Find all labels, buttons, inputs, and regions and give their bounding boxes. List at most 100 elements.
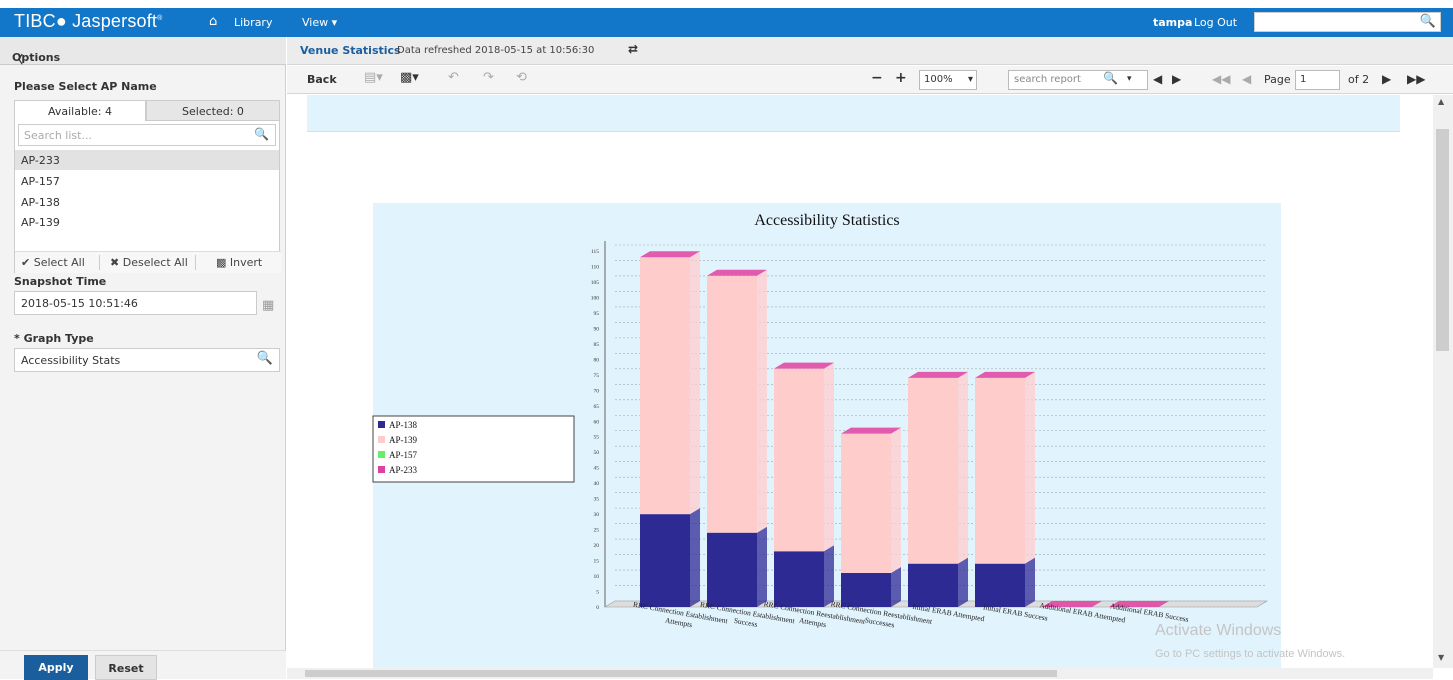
home-icon[interactable]: ⌂ — [209, 14, 217, 29]
bar-side — [824, 362, 834, 552]
page-number-input[interactable]: 1 — [1295, 70, 1340, 90]
select-all-button[interactable]: ✔ Select All — [21, 256, 85, 269]
bar-side — [958, 557, 968, 607]
bar-side — [824, 545, 834, 607]
search-previous-icon[interactable]: ◀ — [1153, 72, 1162, 86]
redo-icon[interactable]: ↷ — [483, 70, 494, 85]
refresh-icon[interactable]: ⇄ — [628, 42, 638, 56]
search-icon[interactable]: 🔍 — [257, 351, 273, 366]
legend-label: AP-138 — [389, 420, 418, 430]
invert-icon: ▩ — [216, 256, 227, 269]
bar-top-cap — [774, 362, 834, 369]
y-tick-label: 5 — [596, 590, 599, 596]
bar-top-cap — [975, 371, 1035, 378]
scrollbar-thumb[interactable] — [305, 670, 1057, 677]
search-options-icon[interactable]: ▾ — [1127, 74, 1132, 84]
list-item[interactable]: AP-139 — [15, 212, 279, 232]
bar-segment — [640, 514, 690, 607]
snapshot-time-input[interactable]: 2018-05-15 10:51:46 — [14, 291, 257, 315]
options-title: Options — [12, 51, 61, 64]
tab-available[interactable]: Available: 4 — [14, 100, 146, 121]
first-page-icon[interactable]: ◀◀ — [1212, 72, 1230, 86]
last-page-icon[interactable]: ▶▶ — [1407, 72, 1425, 86]
zoom-out-icon[interactable]: − — [871, 70, 883, 86]
list-item[interactable]: AP-233 — [15, 150, 279, 170]
y-tick-label: 95 — [594, 311, 600, 317]
bar-segment — [975, 377, 1025, 564]
back-button[interactable]: Back — [307, 73, 337, 86]
export-icon[interactable]: ▩▾ — [400, 70, 419, 85]
graph-type-input[interactable]: Accessibility Stats 🔍 — [14, 348, 280, 372]
zoom-select[interactable]: 100% ▾ — [919, 70, 977, 90]
activation-watermark-text: Go to PC settings to activate Windows. — [1155, 648, 1346, 660]
undo-icon[interactable]: ↶ — [448, 70, 459, 85]
divider — [99, 255, 100, 270]
scrollbar-thumb[interactable] — [1436, 129, 1449, 351]
nav-view-menu[interactable]: View ▾ — [302, 16, 337, 29]
search-icon[interactable]: 🔍 — [254, 127, 269, 141]
ap-name-label: Please Select AP Name — [14, 80, 157, 93]
y-tick-label: 45 — [594, 466, 600, 472]
bar-segment — [908, 377, 958, 564]
list-tabs: Available: 4 Selected: 0 — [14, 100, 280, 121]
previous-page-icon[interactable]: ◀ — [1242, 72, 1251, 86]
vertical-scrollbar[interactable]: ▲ ▼ — [1433, 95, 1453, 668]
list-search-input[interactable]: Search list... 🔍 — [18, 124, 276, 146]
reset-button[interactable]: Reset — [95, 655, 157, 680]
horizontal-scrollbar[interactable] — [287, 668, 1433, 679]
bar-side — [690, 251, 700, 515]
bar-top-cap — [707, 269, 767, 276]
undo-all-icon[interactable]: ⟲ — [516, 70, 527, 85]
global-search-input[interactable]: 🔍 — [1254, 12, 1441, 32]
bar-segment — [707, 532, 757, 607]
x-icon: ✖ — [110, 256, 120, 269]
graph-type-value: Accessibility Stats — [21, 354, 121, 367]
y-tick-label: 90 — [594, 326, 600, 332]
next-page-icon[interactable]: ▶ — [1382, 72, 1391, 86]
y-tick-label: 25 — [594, 528, 600, 534]
legend-label: AP-139 — [389, 435, 418, 445]
apply-button[interactable]: Apply — [24, 655, 88, 680]
refresh-status: Data refreshed 2018-05-15 at 10:56:30 — [397, 45, 595, 56]
y-tick-label: 80 — [594, 357, 600, 363]
bar-segment — [841, 433, 891, 573]
snapshot-time-label: Snapshot Time — [14, 275, 107, 288]
save-icon[interactable]: ▤▾ — [364, 70, 383, 85]
y-tick-label: 50 — [594, 450, 600, 456]
scroll-down-icon[interactable]: ▼ — [1438, 653, 1444, 662]
y-tick-label: 110 — [591, 264, 599, 270]
select-all-label: Select All — [33, 256, 85, 269]
y-tick-label: 55 — [594, 435, 600, 441]
calendar-icon[interactable]: ▦ — [262, 298, 274, 313]
search-next-icon[interactable]: ▶ — [1172, 72, 1181, 86]
tab-selected[interactable]: Selected: 0 — [146, 100, 280, 121]
invert-label: Invert — [229, 256, 263, 269]
report-content: Accessibility Statistics 0 5 10 15 20 25 30 35 4… — [287, 95, 1433, 668]
y-tick-label: 10 — [594, 574, 600, 580]
options-header[interactable]: 〈 Options — [0, 37, 286, 66]
y-tick-label: 85 — [594, 342, 600, 348]
bar-side — [891, 427, 901, 573]
list-item[interactable]: AP-157 — [15, 171, 279, 191]
y-tick-label: 40 — [594, 481, 600, 487]
deselect-all-button[interactable]: ✖ Deselect All — [110, 256, 188, 269]
scroll-up-icon[interactable]: ▲ — [1438, 97, 1444, 106]
zoom-in-icon[interactable]: + — [895, 70, 907, 86]
top-strip — [0, 0, 1453, 8]
divider — [195, 255, 196, 270]
options-footer: Apply Reset — [0, 650, 286, 680]
search-icon[interactable]: 🔍 — [1103, 71, 1118, 85]
options-panel: 〈 Options Please Select AP Name Availabl… — [0, 37, 286, 680]
nav-library-link[interactable]: Library — [234, 16, 272, 29]
page-total: of 2 — [1348, 73, 1370, 86]
y-tick-label: 20 — [594, 543, 600, 549]
invert-button[interactable]: ▩ Invert — [216, 256, 262, 269]
logout-link[interactable]: Log Out — [1194, 16, 1237, 29]
y-tick-label: 100 — [591, 295, 600, 301]
bar-side — [757, 526, 767, 607]
list-item[interactable]: AP-138 — [15, 192, 279, 212]
accessibility-chart: Accessibility Statistics 0 5 10 15 20 25 30 35 4… — [372, 203, 1281, 668]
report-search-placeholder: search report — [1014, 74, 1081, 85]
bar-segment — [774, 368, 824, 552]
search-icon[interactable]: 🔍 — [1420, 14, 1436, 29]
